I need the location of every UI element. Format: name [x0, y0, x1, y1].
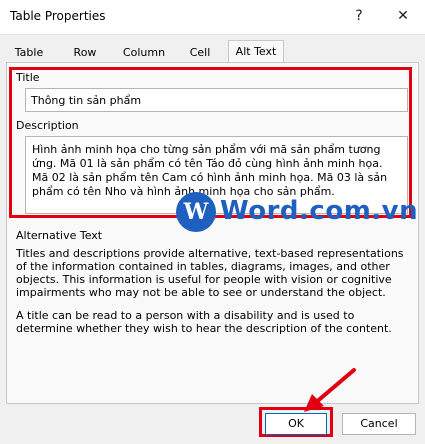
tab-row[interactable]: Row [68, 44, 102, 62]
tab-alt-text[interactable]: Alt Text [228, 40, 284, 63]
word-logo-icon: W [176, 192, 216, 232]
title-bar: Table Properties ? ✕ [0, 0, 425, 35]
title-input[interactable]: Thông tin sản phẩm [25, 88, 408, 112]
red-arrow-icon [304, 368, 356, 412]
tab-column[interactable]: Column [118, 44, 170, 62]
watermark: W Word.com.vn [176, 192, 418, 234]
watermark-text: Word.com.vn [220, 196, 419, 226]
info-paragraph-1: Titles and descriptions provide alternat… [16, 247, 404, 299]
ok-button[interactable]: OK [265, 413, 327, 435]
tab-cell[interactable]: Cell [186, 44, 214, 62]
alt-text-heading: Alternative Text [16, 229, 103, 242]
window-title: Table Properties [10, 9, 106, 23]
title-label: Title [16, 71, 40, 84]
description-label: Description [16, 119, 79, 132]
title-input-value: Thông tin sản phẩm [31, 94, 142, 107]
tab-table[interactable]: Table [12, 44, 46, 62]
info-paragraph-2: A title can be read to a person with a d… [16, 309, 392, 335]
help-button[interactable]: ? [344, 4, 374, 28]
cancel-button[interactable]: Cancel [342, 413, 416, 435]
close-button[interactable]: ✕ [388, 4, 418, 28]
